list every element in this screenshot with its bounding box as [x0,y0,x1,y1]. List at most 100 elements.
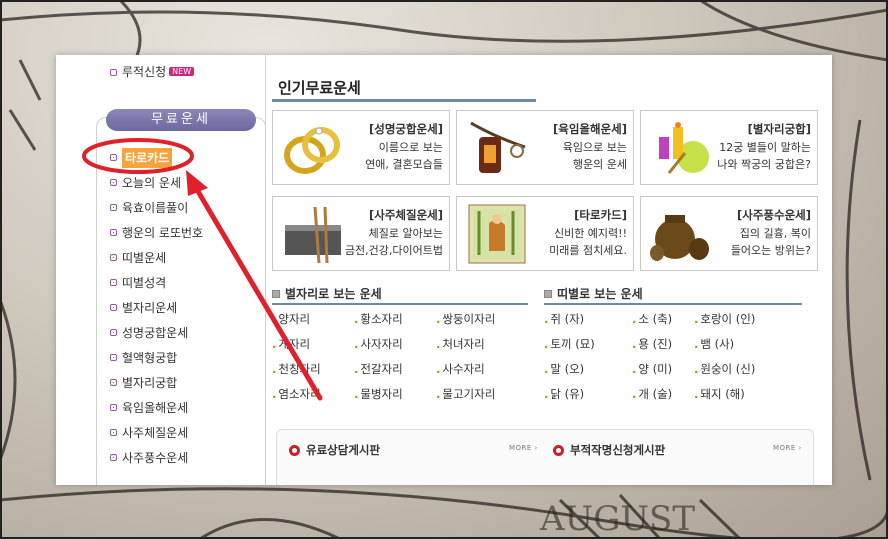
card-constitution[interactable]: [사주체질운세] 체질로 알아보는 금전,건강,다이어트법 [272,196,450,271]
sidebar-item-label: 타로카드 [122,147,173,168]
svg-text:AUGUST: AUGUST [539,499,695,539]
animal-link[interactable]: 양 (미) [632,357,694,382]
board-talisman[interactable]: 부적작명신청게시판 [553,442,665,458]
zodiac-link[interactable]: 쌍둥이자리 [436,307,528,332]
sidebar-item-label: 육효이름풀이 [122,200,189,215]
record-dot-icon [553,444,564,456]
sidebar-item-label: 별자리운세 [122,300,178,315]
sidebar-item-label: 띠별운세 [122,250,167,265]
sidebar-item-label: 사주체질운세 [122,425,189,440]
zodiac-link[interactable]: 염소자리 [272,382,354,407]
animal-link[interactable]: 돼지 (해) [694,382,794,407]
zodiac-section-label: 별자리로 보는 운세 [285,287,382,301]
animal-link[interactable]: 원숭이 (신) [694,357,794,382]
candles-icon [659,122,709,174]
animal-link[interactable]: 뱀 (사) [694,332,794,357]
sidebar-item-zodiac-match[interactable]: 별자리궁합 [110,370,203,395]
animal-link[interactable]: 닭 (유) [544,382,632,407]
zodiac-link[interactable]: 사수자리 [436,357,528,382]
bullet-icon [110,254,117,261]
new-badge: NEW [169,67,195,76]
bullet-icon [110,329,117,336]
zodiac-link[interactable]: 황소자리 [354,307,436,332]
bullet-icon [110,229,117,236]
card-name-match[interactable]: [성명궁합운세] 이름으로 보는 연애, 결혼모습들 [272,110,450,185]
zodiac-link[interactable]: 전갈자리 [354,357,436,382]
sidebar-item-label: 성명궁합운세 [122,325,189,340]
sidebar-item-label: 행운의 로또번호 [122,225,204,240]
sidebar-item-name-reading[interactable]: 육효이름풀이 [110,195,203,220]
sidebar-item-today[interactable]: 오늘의 운세 [110,170,203,195]
sidebar-item-yukim[interactable]: 육임올해운세 [110,395,203,420]
bullet-icon [110,379,117,386]
card-desc: 체질로 알아보는 금전,건강,다이어트법 [344,227,443,257]
square-bullet-icon [272,290,280,298]
sidebar-item-label: 별자리궁합 [122,375,178,390]
bullet-icon [110,154,117,161]
sidebar-item-animal-fortune[interactable]: 띠별운세 [110,245,203,270]
chopsticks-icon [285,206,341,264]
animal-link[interactable]: 토끼 (묘) [544,332,632,357]
sidebar-item-label: 오늘의 운세 [122,175,182,190]
bullet-icon [110,204,117,211]
free-fortune-title: 무료운세 [106,109,256,131]
more-link-1[interactable]: MORE › [509,444,538,452]
zodiac-link[interactable]: 처녀자리 [436,332,528,357]
sidebar: 루적신청 NEW 무료운세 타로카드 오늘의 운세 육효이름풀이 행운의 로또번호… [96,55,266,485]
sidebar-item-label: 사주풍수운세 [122,450,189,465]
sidebar-item-fengshui[interactable]: 사주풍수운세 [110,445,203,470]
card-desc: 이름으로 보는 연애, 결혼모습들 [365,141,443,171]
jars-icon [650,215,709,261]
card-desc: 신비한 예지력!! 미래를 점치세요. [549,227,627,257]
sidebar-item-label: 띠별성격 [122,275,167,290]
sidebar-item-blood-match[interactable]: 혈액형궁합 [110,345,203,370]
bullet-icon [110,429,117,436]
card-tarot[interactable]: [타로카드] 신비한 예지력!! 미래를 점치세요. [456,196,634,271]
animal-link[interactable]: 말 (오) [544,357,632,382]
board-paid-consult-label: 유료상담게시판 [306,443,381,457]
zodiac-link[interactable]: 사자자리 [354,332,436,357]
board-paid-consult[interactable]: 유료상담게시판 [289,442,380,458]
animal-section-title: 띠별로 보는 운세 [544,285,802,305]
zodiac-link[interactable]: 물병자리 [354,382,436,407]
sidebar-top-item[interactable]: 루적신청 NEW [110,63,195,80]
sidebar-item-horoscope[interactable]: 별자리운세 [110,295,203,320]
bullet-icon [110,404,117,411]
zodiac-link[interactable]: 물고기자리 [436,382,528,407]
zodiac-section-title: 별자리로 보는 운세 [272,285,528,305]
sidebar-item-lotto[interactable]: 행운의 로또번호 [110,220,203,245]
zodiac-link[interactable]: 게자리 [272,332,354,357]
card-title: [별자리궁합] [747,122,811,136]
zodiac-link[interactable]: 양자리 [272,307,354,332]
lantern-icon [470,121,526,173]
content-panel: 루적신청 NEW 무료운세 타로카드 오늘의 운세 육효이름풀이 행운의 로또번호… [56,55,832,485]
rings-icon [284,127,340,174]
board-box: 유료상담게시판 MORE › 부적작명신청게시판 MORE › [276,429,814,485]
card-title: [사주풍수운세] [737,208,811,222]
card-yukim[interactable]: [육임올해운세] 육임으로 보는 행운의 운세 [456,110,634,185]
card-desc: 집의 길흉, 복이 들어오는 방위는? [730,227,811,257]
bullet-icon [110,304,117,311]
animal-link[interactable]: 쥐 (자) [544,307,632,332]
card-title: [성명궁합운세] [369,122,443,136]
animal-link[interactable]: 소 (축) [632,307,694,332]
card-fengshui[interactable]: [사주풍수운세] 집의 길흉, 복이 들어오는 방위는? [640,196,818,271]
animal-list: 쥐 (자) 소 (축) 호랑이 (인) 토끼 (묘) 용 (진) 뱀 (사) 말… [544,307,794,407]
sidebar-item-tarot[interactable]: 타로카드 [110,145,203,170]
animal-link[interactable]: 개 (술) [632,382,694,407]
animal-link[interactable]: 호랑이 (인) [694,307,794,332]
card-zodiac-match[interactable]: [별자리궁합] 12궁 별들이 말하는 나와 짝궁의 궁합은? [640,110,818,185]
sidebar-item-constitution[interactable]: 사주체질운세 [110,420,203,445]
animal-link[interactable]: 용 (진) [632,332,694,357]
card-title: [사주체질운세] [369,208,443,222]
record-dot-icon [289,444,300,456]
zodiac-link[interactable]: 천칭자리 [272,357,354,382]
sidebar-item-animal-personality[interactable]: 띠별성격 [110,270,203,295]
sidebar-top-item-label: 루적신청 [122,65,167,79]
card-desc: 육임으로 보는 행운의 운세 [562,141,627,171]
free-fortune-list: 타로카드 오늘의 운세 육효이름풀이 행운의 로또번호 띠별운세 띠별성격 별자… [110,145,203,470]
sidebar-item-name-match[interactable]: 성명궁합운세 [110,320,203,345]
sidebar-item-label: 혈액형궁합 [122,350,178,365]
bullet-icon [110,279,117,286]
more-link-2[interactable]: MORE › [773,444,802,452]
